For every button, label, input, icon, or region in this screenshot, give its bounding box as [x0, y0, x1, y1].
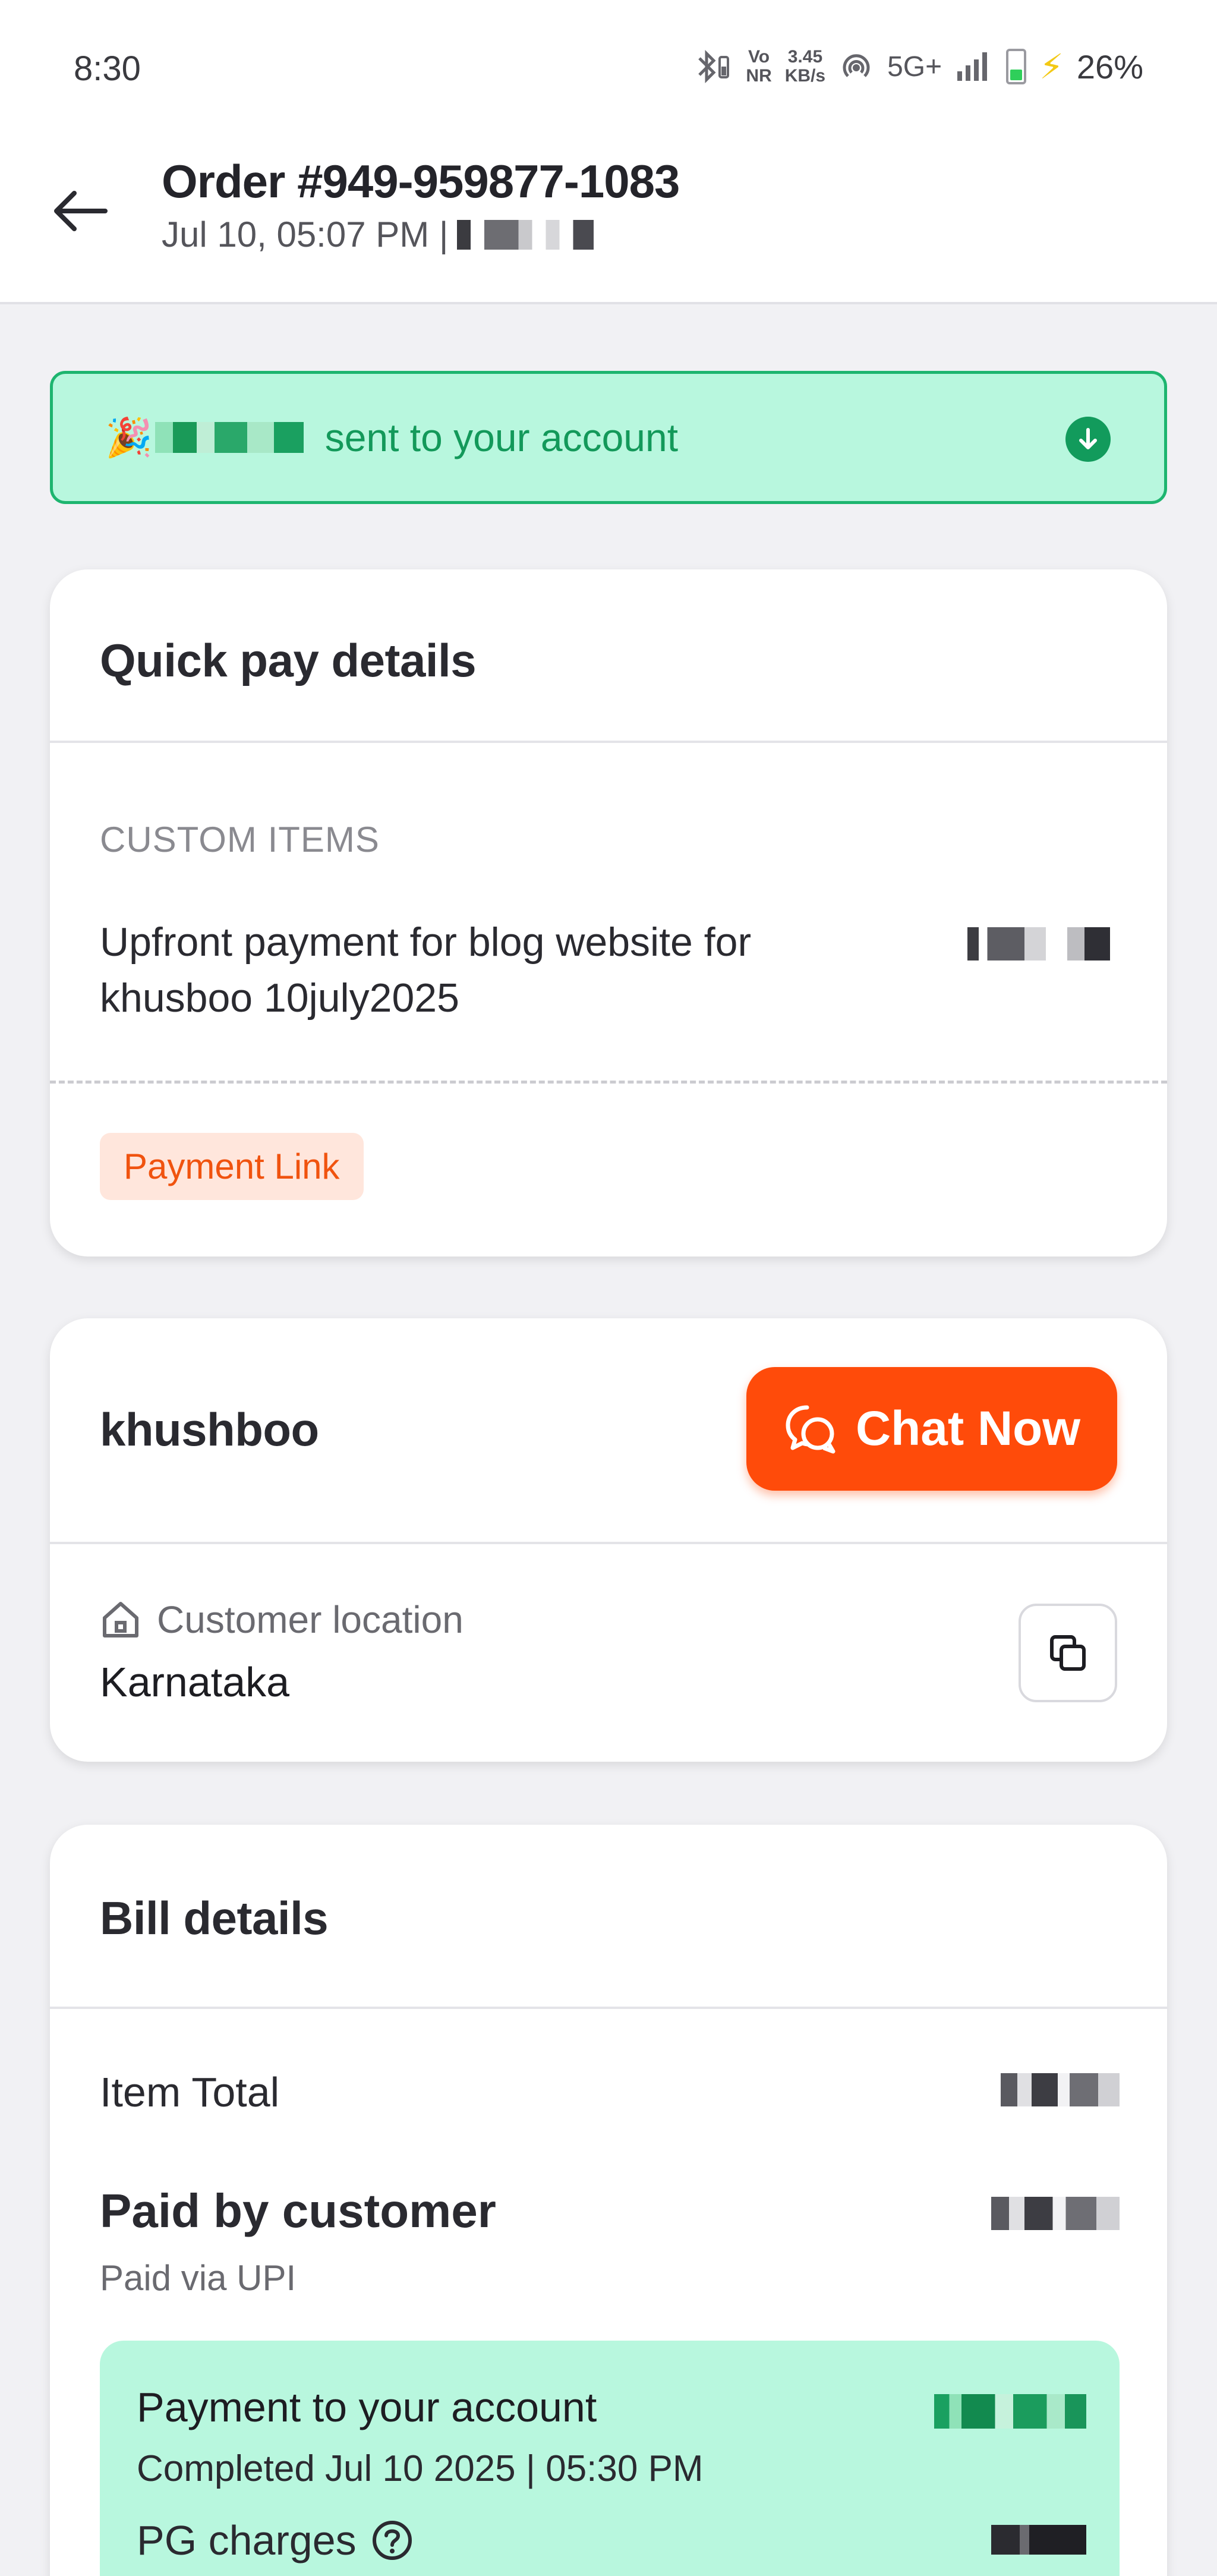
bill-details-card: Bill details Item Total Paid by customer…: [50, 1825, 1167, 2576]
redacted-payment-amount: [934, 2394, 1086, 2429]
chat-now-button[interactable]: Chat Now: [746, 1367, 1117, 1491]
customer-name: khushboo: [100, 1403, 319, 1456]
status-bar: 8:30 Vo NR 3.45 KB/s 5G+ ⚡ 26%: [0, 0, 1217, 137]
redacted-item-price: [967, 927, 1110, 961]
bluetooth-icon: [698, 49, 730, 84]
customer-location-value: Karnataka: [100, 1659, 290, 1705]
settlement-banner[interactable]: 🎉 sent to your account: [50, 371, 1167, 504]
quick-pay-card: Quick pay details CUSTOM ITEMS Upfront p…: [50, 569, 1167, 1256]
chat-bubbles-icon: [786, 1405, 835, 1454]
item-description: Upfront payment for blog website for khu…: [100, 919, 752, 1021]
dashed-divider: [50, 1081, 1167, 1084]
order-title: Order #949-959877-1083: [162, 155, 680, 207]
order-date: Jul 10, 05:07 PM |: [162, 215, 449, 254]
payment-to-account-box: Payment to your account Completed Jul 10…: [100, 2341, 1120, 2576]
divider: [50, 1542, 1167, 1544]
banner-text: sent to your account: [324, 415, 679, 459]
location-label-text: Customer location: [157, 1598, 464, 1641]
divider: [50, 741, 1167, 743]
network-speed: 3.45 KB/s: [785, 48, 825, 86]
volte-indicator: Vo NR: [746, 47, 772, 86]
pg-charges-label: PG charges: [137, 2517, 357, 2564]
arrow-left-icon: [54, 191, 108, 231]
payment-link-badge: Payment Link: [100, 1133, 364, 1200]
copy-icon: [1050, 1635, 1086, 1671]
paid-by-customer-label: Paid by customer: [100, 2184, 496, 2237]
network-speed-unit: KB/s: [784, 66, 826, 86]
redacted-pg-charges: [991, 2525, 1086, 2555]
help-icon[interactable]: [368, 2517, 416, 2564]
back-button[interactable]: [48, 178, 113, 244]
status-time: 8:30: [74, 49, 141, 88]
battery-icon: [1006, 49, 1027, 84]
status-icons: Vo NR 3.45 KB/s 5G+ ⚡ 26%: [691, 46, 1143, 87]
battery-percent: 26%: [1076, 48, 1143, 86]
home-icon: [103, 1602, 138, 1637]
payment-title: Payment to your account: [137, 2384, 597, 2430]
chat-now-label: Chat Now: [855, 1402, 1081, 1456]
copy-button[interactable]: [1019, 1604, 1117, 1702]
network-type: 5G+: [887, 51, 942, 83]
quick-pay-title: Quick pay details: [100, 634, 477, 686]
bill-details-title: Bill details: [100, 1892, 329, 1944]
item-total-label: Item Total: [100, 2069, 280, 2115]
pg-charges-row: PG charges: [137, 2517, 416, 2564]
app-header: Order #949-959877-1083 Jul 10, 05:07 PM …: [0, 137, 1217, 304]
payment-status: Completed Jul 10 2025 | 05:30 PM: [137, 2448, 704, 2489]
divider: [50, 2007, 1167, 2009]
custom-items-label: CUSTOM ITEMS: [100, 820, 380, 859]
customer-card: khushboo Chat Now Customer location Karn…: [50, 1318, 1167, 1762]
redacted-amount: [456, 219, 594, 250]
redacted-amount: [155, 422, 304, 453]
order-subtitle: Jul 10, 05:07 PM |: [162, 214, 594, 255]
network-speed-value: 3.45: [787, 47, 823, 67]
paid-via-label: Paid via UPI: [100, 2258, 297, 2298]
redacted-item-total: [1001, 2073, 1120, 2106]
redacted-paid-amount: [991, 2197, 1120, 2230]
charging-icon: ⚡: [1039, 48, 1064, 86]
arrow-down-icon[interactable]: [1065, 417, 1111, 462]
hotspot-icon: [843, 54, 870, 77]
party-popper-icon: 🎉: [105, 415, 153, 459]
signal-icon: [957, 52, 988, 81]
customer-location-label: Customer location: [100, 1598, 464, 1642]
